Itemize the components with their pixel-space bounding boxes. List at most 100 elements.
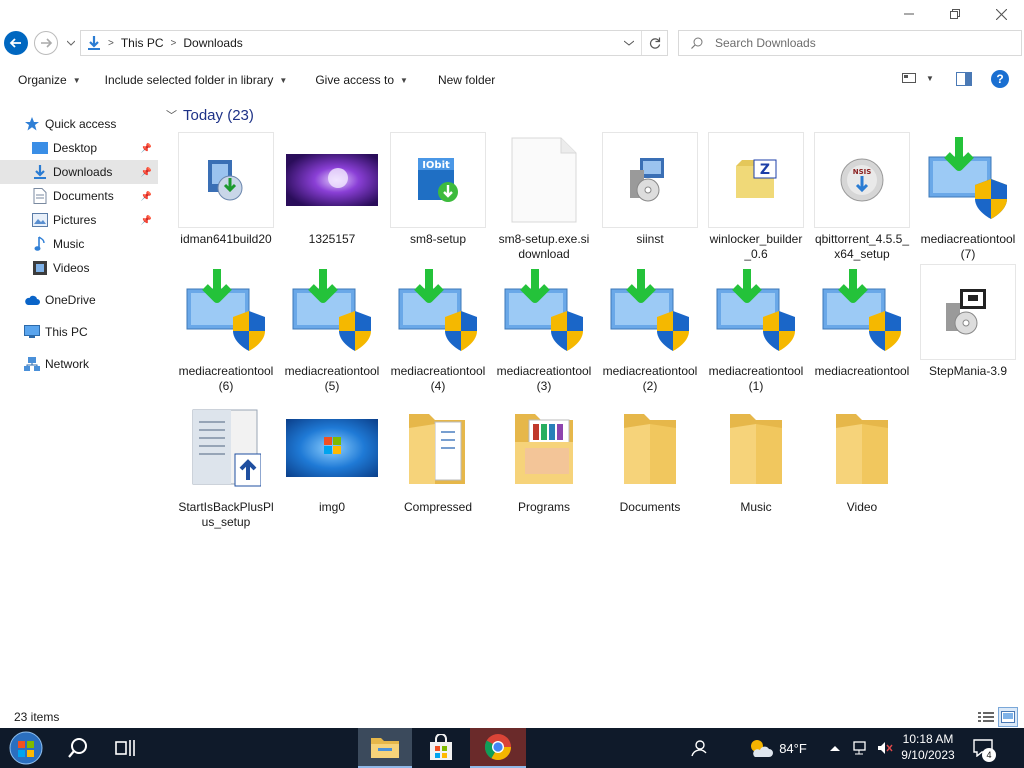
breadcrumb-downloads[interactable]: Downloads xyxy=(183,36,242,50)
clock[interactable]: 10:18 AM 9/10/2023 xyxy=(896,731,960,763)
music-note-icon xyxy=(32,236,48,252)
nav-item-network[interactable]: Network xyxy=(0,352,158,376)
file-label: mediacreationtool (3) xyxy=(496,364,592,393)
nav-item-videos[interactable]: Videos xyxy=(0,256,158,280)
file-item[interactable]: mediacreationtool xyxy=(814,264,910,379)
file-label: Video xyxy=(846,500,878,514)
file-item[interactable]: IObit sm8-setup xyxy=(390,132,486,247)
file-item[interactable]: sm8-setup.exe.sidownload xyxy=(496,132,592,262)
nav-label: Desktop xyxy=(53,141,98,155)
search-button[interactable] xyxy=(56,728,100,768)
forward-button[interactable] xyxy=(34,31,58,55)
taskbar-microsoft-store[interactable] xyxy=(414,728,468,768)
file-label: img0 xyxy=(318,500,345,514)
file-item[interactable]: siinst xyxy=(602,132,698,247)
restore-icon xyxy=(950,9,960,19)
file-item[interactable]: Compressed xyxy=(390,400,486,515)
arrow-left-icon xyxy=(9,38,21,48)
file-item[interactable]: mediacreationtool (5) xyxy=(284,264,380,394)
file-item[interactable]: mediacreationtool (6) xyxy=(178,264,274,394)
speaker-muted-icon xyxy=(878,742,893,754)
status-bar: 23 items xyxy=(0,706,1024,728)
nav-item-documents[interactable]: Documents 📌 xyxy=(0,184,158,208)
include-in-library-button[interactable]: Include selected folder in library ▼ xyxy=(97,68,296,92)
nav-item-desktop[interactable]: Desktop 📌 xyxy=(0,136,158,160)
windows-orb-icon xyxy=(9,731,43,765)
large-icons-view-button[interactable] xyxy=(998,707,1018,727)
show-hidden-icons-button[interactable] xyxy=(828,728,842,768)
people-icon xyxy=(691,740,707,757)
network-icon xyxy=(853,741,866,755)
view-options-icon xyxy=(902,73,916,83)
close-button[interactable] xyxy=(978,0,1024,28)
nav-item-pictures[interactable]: Pictures 📌 xyxy=(0,208,158,232)
file-item[interactable]: Video xyxy=(814,400,910,515)
file-label: StepMania-3.9 xyxy=(928,364,1008,378)
back-button[interactable] xyxy=(4,31,28,55)
volume-button[interactable] xyxy=(874,728,896,768)
refresh-button[interactable] xyxy=(641,31,667,55)
close-icon xyxy=(995,8,1007,20)
file-item[interactable]: mediacreationtool (3) xyxy=(496,264,592,394)
nav-item-onedrive[interactable]: OneDrive xyxy=(0,288,158,312)
file-item[interactable]: mediacreationtool (2) xyxy=(602,264,698,394)
desktop-icon xyxy=(32,140,48,156)
network-tray-button[interactable] xyxy=(850,728,872,768)
file-item[interactable]: Music xyxy=(708,400,804,515)
group-header-today[interactable]: ﹀ Today (23) xyxy=(166,106,254,124)
file-item[interactable]: StepMania-3.9 xyxy=(920,264,1016,379)
address-dropdown-button[interactable] xyxy=(617,31,641,55)
file-item[interactable]: Z winlocker_builder_0.6 xyxy=(708,132,804,262)
file-item[interactable]: mediacreationtool (7) xyxy=(920,132,1016,262)
details-view-icon xyxy=(978,712,994,722)
change-view-button[interactable]: ▼ xyxy=(902,72,934,84)
cloud-icon xyxy=(24,292,40,308)
preview-pane-icon xyxy=(956,72,972,86)
search-input[interactable]: Search Downloads xyxy=(678,30,1022,56)
nav-item-music[interactable]: Music xyxy=(0,232,158,256)
folder-icon xyxy=(390,400,486,496)
help-icon: ? xyxy=(996,72,1004,86)
file-item[interactable]: idman641build20 xyxy=(178,132,274,247)
minimize-button[interactable] xyxy=(886,0,932,28)
file-label: winlocker_builder_0.6 xyxy=(709,232,803,261)
file-label: mediacreationtool (4) xyxy=(390,364,486,393)
nav-item-this-pc[interactable]: This PC xyxy=(0,320,158,344)
file-item[interactable]: img0 xyxy=(284,400,380,515)
file-item[interactable]: Programs xyxy=(496,400,592,515)
file-item[interactable]: NSIS qbittorrent_4.5.5_x64_setup xyxy=(814,132,910,262)
taskbar-file-explorer[interactable] xyxy=(358,728,412,768)
file-list-view: ﹀ Today (23) idman641build20 1325157 IOb… xyxy=(162,102,1024,702)
minimize-icon xyxy=(904,13,914,15)
organize-button[interactable]: Organize ▼ xyxy=(10,68,89,92)
nav-label: This PC xyxy=(45,325,88,339)
breadcrumb-this-pc[interactable]: This PC xyxy=(121,36,164,50)
taskbar-chrome[interactable] xyxy=(470,728,526,768)
new-folder-button[interactable]: New folder xyxy=(430,68,503,92)
file-item[interactable]: Documents xyxy=(602,400,698,515)
film-icon xyxy=(32,260,48,276)
restore-button[interactable] xyxy=(932,0,978,28)
start-button[interactable] xyxy=(4,728,48,768)
task-view-button[interactable] xyxy=(104,728,148,768)
archive-icon: Z xyxy=(708,132,804,228)
file-item[interactable]: StartIsBackPlusPlus_setup xyxy=(178,400,274,530)
file-explorer-window: > This PC > Downloads Search Downloads O… xyxy=(0,0,1024,728)
file-item[interactable]: mediacreationtool (4) xyxy=(390,264,486,394)
preview-pane-button[interactable] xyxy=(956,72,972,89)
file-item[interactable]: mediacreationtool (1) xyxy=(708,264,804,394)
recent-locations-button[interactable] xyxy=(64,36,78,50)
notifications-button[interactable]: 4 xyxy=(968,728,998,768)
nav-item-downloads[interactable]: Downloads 📌 xyxy=(0,160,158,184)
file-label: StartIsBackPlusPlus_setup xyxy=(178,500,274,529)
people-button[interactable] xyxy=(684,728,712,768)
computer-icon xyxy=(24,324,40,340)
file-item[interactable]: 1325157 xyxy=(284,132,380,247)
address-bar[interactable]: > This PC > Downloads xyxy=(80,30,668,56)
help-button[interactable]: ? xyxy=(991,70,1009,88)
details-view-button[interactable] xyxy=(976,707,996,727)
weather-widget[interactable]: 84°F xyxy=(742,728,812,768)
store-icon xyxy=(430,734,452,760)
give-access-button[interactable]: Give access to ▼ xyxy=(307,68,416,92)
nav-item-quick-access[interactable]: Quick access xyxy=(0,112,158,136)
